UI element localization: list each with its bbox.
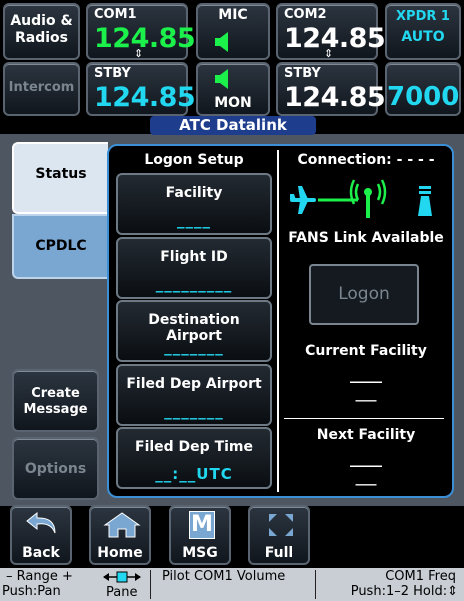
facility-divider	[284, 418, 444, 419]
current-facility-value: ____	[350, 364, 382, 383]
intercom-label: Intercom	[8, 80, 75, 95]
com2-active-freq: 124.85	[284, 23, 386, 54]
back-button[interactable]: Back	[10, 505, 72, 565]
datalink-connection-icon	[290, 179, 432, 218]
current-facility-value-2: ___	[355, 386, 377, 402]
facility-field[interactable]: Facility ____	[116, 173, 272, 235]
filed-dep-time-value: __:__UTC	[155, 465, 233, 483]
mic-label: MIC	[218, 7, 248, 23]
audio-radios-label: Audio & Radios	[10, 13, 73, 46]
com2-label: COM2	[284, 7, 327, 22]
page-title: ATC Datalink	[150, 116, 316, 135]
next-facility-label: Next Facility	[316, 427, 416, 443]
msg-label: MSG	[182, 545, 218, 561]
filed-dep-time-label: Filed Dep Time	[135, 439, 253, 455]
logon-button[interactable]: Logon	[309, 264, 419, 325]
connection-value: - - - -	[396, 152, 435, 168]
mon-button[interactable]: MON	[196, 62, 270, 116]
logon-setup-heading: Logon Setup	[144, 152, 244, 168]
create-message-label: Create Message	[23, 386, 88, 417]
xpdr-label: XPDR 1	[396, 9, 450, 24]
xpdr-code: 7000	[387, 82, 460, 112]
panel-divider	[277, 150, 279, 492]
airplane-icon	[290, 186, 316, 214]
next-facility-value-2: ___	[355, 470, 377, 486]
com1-label: COM1	[94, 7, 137, 22]
msg-icon: M	[189, 511, 215, 539]
facility-value: ____	[177, 211, 211, 229]
filed-dep-time-field[interactable]: Filed Dep Time __:__UTC	[116, 427, 272, 489]
com2-stby-label: STBY	[284, 66, 321, 81]
com1-standby-freq: 124.85	[94, 82, 196, 113]
filed-dep-airport-value: _______	[164, 402, 224, 420]
com2-active-button[interactable]: COM2 124.85 ⇕	[276, 3, 386, 60]
mon-label: MON	[214, 95, 252, 111]
home-label: Home	[97, 545, 143, 561]
tab-cpdlc[interactable]: CPDLC	[12, 214, 108, 279]
com1-active-freq: 124.85	[94, 23, 196, 54]
mic-button[interactable]: MIC	[196, 3, 270, 60]
fans-link-status: FANS Link Available	[288, 230, 444, 246]
satellite-icon	[418, 186, 432, 216]
pane-label: Pane	[106, 585, 138, 600]
pane-select-icon	[103, 571, 141, 583]
full-label: Full	[264, 545, 294, 561]
knob-status-bar: – Range + Push:Pan Pane Pilot COM1 Volum…	[0, 568, 464, 601]
next-facility-value: ____	[350, 448, 382, 467]
status-separator	[315, 570, 316, 599]
current-facility-label: Current Facility	[305, 343, 427, 359]
back-arrow-icon	[26, 511, 56, 534]
flight-id-value: _________	[155, 275, 233, 293]
filed-dep-airport-label: Filed Dep Airport	[126, 376, 262, 392]
flight-id-field[interactable]: Flight ID _________	[116, 237, 272, 299]
intercom-button[interactable]: Intercom	[3, 62, 80, 116]
home-icon	[103, 512, 141, 538]
com2-standby-freq: 124.85	[284, 82, 386, 113]
create-message-button[interactable]: Create Message	[12, 369, 99, 432]
com1-freq-label: COM1 Freq	[385, 569, 456, 584]
com2-swap-icon: ⇕	[324, 47, 334, 60]
push-hold-label: Push:1–2 Hold:⇕	[350, 584, 458, 599]
options-button[interactable]: Options	[12, 437, 99, 500]
flight-id-label: Flight ID	[160, 249, 228, 265]
com1-standby-button[interactable]: STBY 124.85	[86, 62, 196, 116]
status-separator	[150, 570, 151, 599]
range-label: – Range +	[6, 569, 73, 584]
push-pan-label: Push:Pan	[2, 584, 61, 599]
com1-stby-label: STBY	[94, 66, 131, 81]
fullscreen-icon	[269, 514, 293, 536]
xpdr-mode-button[interactable]: XPDR 1 AUTO	[385, 3, 461, 60]
connection-label: Connection:	[297, 152, 392, 168]
full-button[interactable]: Full	[248, 505, 310, 565]
mic-speaker-icon	[215, 32, 228, 52]
filed-dep-airport-field[interactable]: Filed Dep Airport _______	[116, 364, 272, 426]
audio-radios-button[interactable]: Audio & Radios	[3, 3, 80, 60]
back-label: Back	[22, 545, 60, 561]
xpdr-mode: AUTO	[401, 29, 445, 45]
facility-label: Facility	[165, 185, 223, 201]
com2-standby-button[interactable]: STBY 124.85	[276, 62, 386, 116]
destination-airport-value: _______	[164, 338, 224, 356]
xpdr-code-button[interactable]: 7000	[385, 62, 461, 116]
com1-swap-icon: ⇕	[134, 47, 144, 60]
tab-status[interactable]: Status	[12, 142, 108, 214]
home-button[interactable]: Home	[89, 505, 151, 565]
mon-speaker-icon	[215, 69, 228, 89]
connection-status: Connection: - - - -	[284, 152, 448, 168]
destination-airport-field[interactable]: Destination Airport _______	[116, 300, 272, 362]
com1-active-button[interactable]: COM1 124.85 ⇕	[86, 3, 196, 60]
pilot-com1-volume-label: Pilot COM1 Volume	[162, 569, 286, 584]
msg-button[interactable]: M MSG	[169, 505, 231, 565]
options-label: Options	[24, 461, 87, 477]
